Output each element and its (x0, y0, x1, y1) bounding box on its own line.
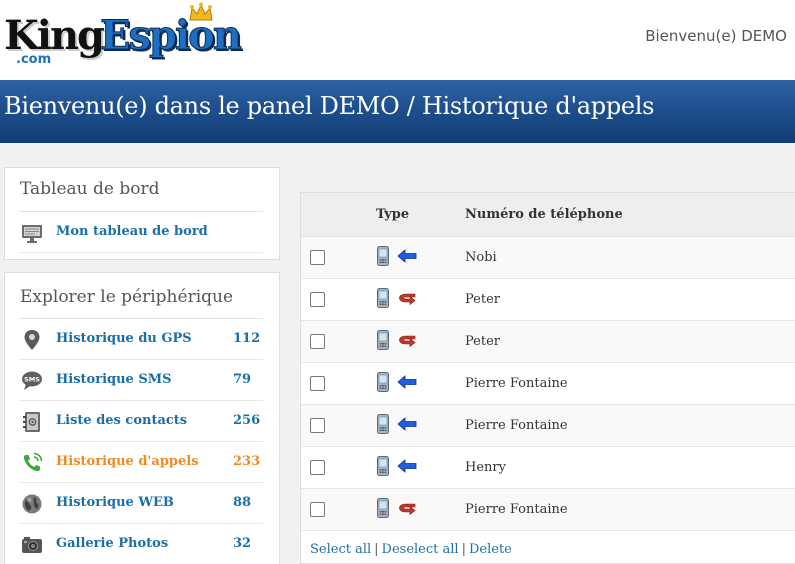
globe-icon (22, 494, 42, 514)
mobile-phone-icon (377, 456, 389, 476)
phone-number-cell: Peter (465, 292, 500, 307)
nav-count-badge: 256 (233, 413, 261, 428)
kingespion-logo[interactable]: King Espion .com (2, 2, 264, 70)
row-checkbox[interactable] (310, 418, 325, 433)
logo-word-espion: Espion (100, 12, 243, 60)
svg-text:SMS: SMS (24, 376, 40, 384)
phone-number-cell: Peter (465, 334, 500, 349)
map-pin-icon (24, 330, 40, 350)
dashboard-panel-title: Tableau de bord (20, 179, 160, 199)
deselect-all-link[interactable]: Deselect all (382, 542, 459, 557)
nav-item-web-history[interactable]: Historique WEB 88 (19, 483, 263, 524)
device-panel: Explorer le périphérique Historique du G… (4, 272, 280, 564)
nav-label: Mon tableau de bord (56, 224, 208, 239)
missed-call-arrow-icon (399, 293, 416, 305)
table-header: Type Numéro de téléphone (301, 193, 795, 237)
top-header: King Espion .com Bienvenu(e) DEMO (0, 0, 795, 80)
row-checkbox[interactable] (310, 502, 325, 517)
separator: | (461, 542, 466, 557)
call-type-cell (377, 288, 421, 310)
page-banner: Bienvenu(e) dans le panel DEMO / Histori… (0, 80, 795, 143)
welcome-user[interactable]: Bienvenu(e) DEMO (645, 27, 787, 45)
bulk-actions: Select all | Deselect all | Delete (310, 542, 512, 557)
separator: | (374, 542, 379, 557)
table-row[interactable]: Pierre Fontaine (301, 405, 795, 447)
nav-item-call-history[interactable]: Historique d'appels 233 (19, 442, 263, 483)
table-row[interactable]: Pierre Fontaine (301, 489, 795, 531)
phone-call-icon (23, 452, 43, 472)
camera-icon (22, 537, 42, 553)
incoming-call-arrow-icon (397, 249, 417, 263)
mobile-phone-icon (377, 288, 389, 308)
call-type-cell (377, 498, 421, 520)
nav-label: Historique WEB (56, 495, 174, 510)
device-panel-title: Explorer le périphérique (20, 287, 234, 307)
row-checkbox[interactable] (310, 376, 325, 391)
row-checkbox[interactable] (310, 292, 325, 307)
address-book-icon (23, 412, 40, 432)
call-type-cell (377, 246, 421, 268)
missed-call-arrow-icon (399, 335, 416, 347)
nav-item-sms-history[interactable]: SMS Historique SMS 79 (19, 360, 263, 401)
nav-label: Historique du GPS (56, 331, 192, 346)
table-row[interactable]: Peter (301, 279, 795, 321)
table-body: Nobi Peter Peter Pierre Fontaine Pierre Font… (301, 237, 795, 531)
mobile-phone-icon (377, 372, 389, 392)
nav-label: Gallerie Photos (56, 536, 169, 551)
monitor-icon (22, 225, 42, 243)
incoming-call-arrow-icon (397, 375, 417, 389)
nav-count-badge: 32 (233, 536, 252, 551)
phone-number-cell: Nobi (465, 250, 497, 265)
nav-item-photo-gallery[interactable]: Gallerie Photos 32 (19, 524, 263, 564)
column-header-type[interactable]: Type (376, 207, 409, 222)
incoming-call-arrow-icon (397, 417, 417, 431)
page-title: Bienvenu(e) dans le panel DEMO / Histori… (4, 92, 655, 120)
call-type-cell (377, 414, 421, 436)
call-type-cell (377, 456, 421, 478)
row-checkbox[interactable] (310, 250, 325, 265)
table-row[interactable]: Pierre Fontaine (301, 363, 795, 405)
column-header-number[interactable]: Numéro de téléphone (465, 207, 623, 222)
nav-label: Liste des contacts (56, 413, 188, 428)
table-row[interactable]: Henry (301, 447, 795, 489)
phone-number-cell: Henry (465, 460, 506, 475)
phone-number-cell: Pierre Fontaine (465, 502, 568, 517)
nav-count-badge: 112 (233, 331, 261, 346)
table-row[interactable]: Nobi (301, 237, 795, 279)
mobile-phone-icon (377, 246, 389, 266)
nav-label: Historique d'appels (56, 454, 199, 469)
row-checkbox[interactable] (310, 460, 325, 475)
sms-bubble-icon: SMS (22, 371, 42, 390)
incoming-call-arrow-icon (397, 459, 417, 473)
table-row[interactable]: Peter (301, 321, 795, 363)
logo-suffix: .com (16, 52, 52, 67)
nav-item-gps-history[interactable]: Historique du GPS 112 (19, 319, 263, 360)
call-history-table: Type Numéro de téléphone Nobi Peter Peter P… (300, 192, 795, 564)
nav-item-contacts[interactable]: Liste des contacts 256 (19, 401, 263, 442)
dashboard-panel: Tableau de bord Mon tableau de bord (4, 167, 280, 260)
call-type-cell (377, 330, 421, 352)
call-type-cell (377, 372, 421, 394)
nav-item-dashboard[interactable]: Mon tableau de bord (19, 212, 263, 253)
phone-number-cell: Pierre Fontaine (465, 418, 568, 433)
missed-call-arrow-icon (399, 503, 416, 515)
select-all-link[interactable]: Select all (310, 542, 371, 557)
row-checkbox[interactable] (310, 334, 325, 349)
mobile-phone-icon (377, 414, 389, 434)
mobile-phone-icon (377, 330, 389, 350)
nav-count-badge: 88 (233, 495, 252, 510)
phone-number-cell: Pierre Fontaine (465, 376, 568, 391)
mobile-phone-icon (377, 498, 389, 518)
nav-count-badge: 233 (233, 454, 261, 469)
nav-count-badge: 79 (233, 372, 252, 387)
nav-label: Historique SMS (56, 372, 172, 387)
delete-link[interactable]: Delete (469, 542, 512, 557)
